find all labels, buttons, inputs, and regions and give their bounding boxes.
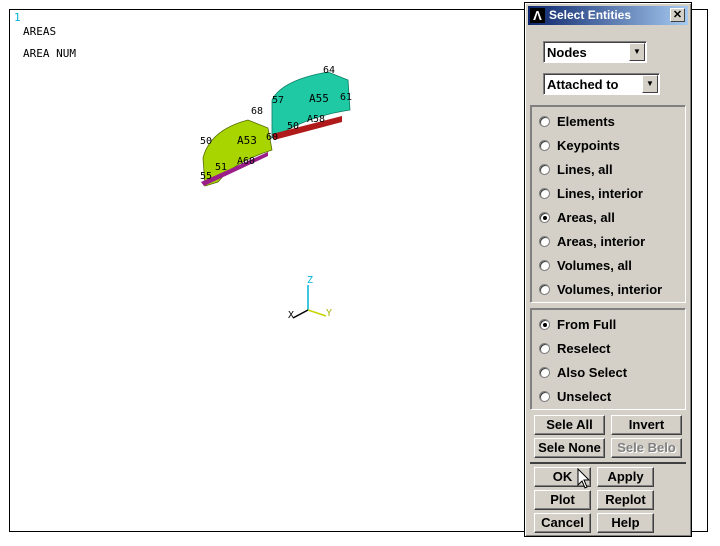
kp-label: 57: [272, 95, 284, 106]
kp-label: 61: [340, 92, 352, 103]
radio-button[interactable]: [539, 284, 550, 295]
kp-label: 50: [287, 121, 299, 132]
triad-x-label: X: [288, 310, 294, 321]
radio-button[interactable]: [539, 236, 550, 247]
sele-none-button[interactable]: Sele None: [534, 438, 605, 458]
select-mode-group: From Full Reselect Also Select Unselect: [530, 308, 686, 410]
close-icon[interactable]: ✕: [670, 8, 685, 22]
select-entities-dialog: Λ Select Entities ✕ Nodes ▼ Attached to …: [524, 2, 692, 537]
area-a53-shape: [202, 119, 273, 187]
sele-belo-button: Sele Belo: [611, 438, 682, 458]
radio-button[interactable]: [539, 188, 550, 199]
radio-button-selected[interactable]: [539, 212, 550, 223]
kp-label: 60: [266, 132, 278, 143]
chevron-down-icon[interactable]: ▼: [629, 43, 645, 61]
line-label: A60: [237, 156, 255, 167]
mouse-cursor-icon: [577, 468, 591, 489]
coordinate-triad: Z X Y: [288, 275, 332, 321]
radio-button[interactable]: [539, 343, 550, 354]
kp-label: 68: [251, 106, 263, 117]
replot-button[interactable]: Replot: [597, 490, 654, 510]
radio-button[interactable]: [539, 164, 550, 175]
line-label: A58: [307, 114, 325, 125]
entity-type-value: Nodes: [547, 45, 587, 60]
chevron-down-icon[interactable]: ▼: [642, 75, 658, 93]
sele-all-button[interactable]: Sele All: [534, 415, 605, 435]
entity-type-select[interactable]: Nodes ▼: [543, 41, 647, 63]
triad-z-label: Z: [307, 275, 313, 286]
cancel-button[interactable]: Cancel: [534, 513, 591, 533]
ansys-logo-icon: Λ: [530, 8, 545, 23]
kp-label: 64: [323, 65, 335, 76]
plot-button[interactable]: Plot: [534, 490, 591, 510]
criterion-select[interactable]: Attached to ▼: [543, 73, 660, 95]
radio-button[interactable]: [539, 391, 550, 402]
radio-button[interactable]: [539, 140, 550, 151]
radio-button[interactable]: [539, 367, 550, 378]
triad-y-label: Y: [326, 308, 332, 319]
dialog-titlebar[interactable]: Λ Select Entities ✕: [528, 6, 688, 25]
help-button[interactable]: Help: [597, 513, 654, 533]
radio-button[interactable]: [539, 260, 550, 271]
area-label-a53: A53: [237, 134, 257, 147]
kp-label: 55: [200, 171, 212, 182]
criterion-value: Attached to: [547, 77, 619, 92]
radio-button-selected[interactable]: [539, 319, 550, 330]
attach-options-group: Elements Keypoints Lines, all Lines, int…: [530, 105, 686, 303]
radio-button[interactable]: [539, 116, 550, 127]
dialog-title: Select Entities: [549, 8, 632, 22]
kp-label: 50: [200, 136, 212, 147]
separator: [530, 462, 686, 464]
kp-label: 51: [215, 162, 227, 173]
invert-button[interactable]: Invert: [611, 415, 682, 435]
apply-button[interactable]: Apply: [597, 467, 654, 487]
area-label-a55: A55: [309, 92, 329, 105]
